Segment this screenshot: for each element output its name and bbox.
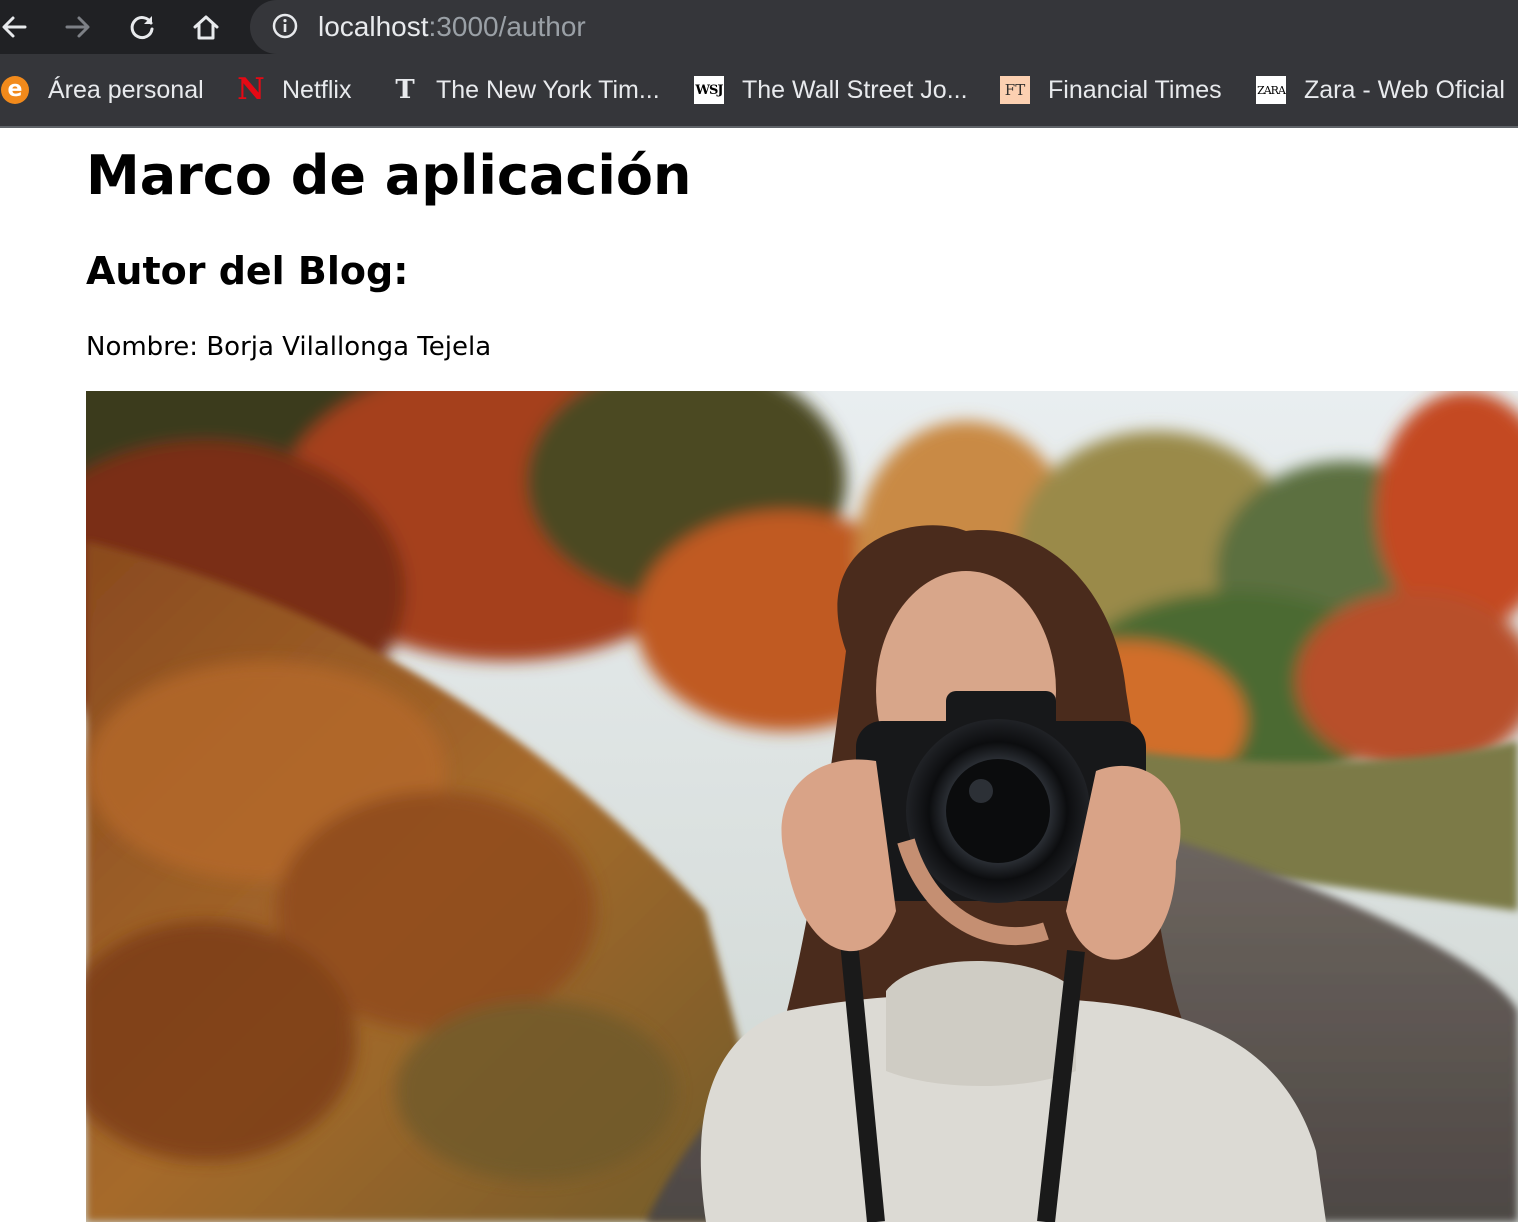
info-icon[interactable] <box>272 13 298 39</box>
bookmark-label: Área personal <box>48 76 204 104</box>
url-path: :3000/author <box>428 11 586 42</box>
author-name: Nombre: Borja Vilallonga Tejela <box>86 332 492 362</box>
home-icon <box>193 15 219 40</box>
bookmark-area-personal[interactable]: e Área personal <box>0 54 204 126</box>
bookmark-label: Netflix <box>282 76 352 104</box>
reload-icon <box>130 16 154 39</box>
zara-icon: ZARA <box>1256 75 1286 105</box>
forward-button[interactable] <box>58 7 98 47</box>
arrow-left-icon <box>2 16 27 38</box>
reload-button[interactable] <box>122 7 162 47</box>
bookmark-financial-times[interactable]: FT Financial Times <box>1000 54 1222 126</box>
back-button[interactable] <box>0 7 34 47</box>
bookmark-label: Financial Times <box>1048 76 1222 104</box>
url-text[interactable]: localhost:3000/author <box>318 10 586 44</box>
ft-icon: FT <box>1000 75 1030 105</box>
bookmark-label: The New York Tim... <box>436 76 660 104</box>
bookmark-label: Zara - Web Oficial <box>1304 76 1505 104</box>
wsj-icon: WSJ <box>694 75 724 105</box>
url-host: localhost <box>318 11 429 42</box>
bookmarks-divider <box>0 126 1518 128</box>
bookmark-netflix[interactable]: N Netflix <box>236 54 351 126</box>
home-button[interactable] <box>186 7 226 47</box>
netflix-icon: N <box>237 72 265 107</box>
arrow-right-icon <box>65 16 90 38</box>
nyt-icon: T <box>395 75 415 105</box>
bookmark-wsj[interactable]: WSJ The Wall Street Jo... <box>694 54 968 126</box>
page-title: Marco de aplicación <box>86 144 692 207</box>
bookmark-label: The Wall Street Jo... <box>742 76 968 104</box>
author-photo <box>86 391 1518 1222</box>
e-orange-circle-icon: e <box>0 75 30 105</box>
bookmark-nyt[interactable]: T The New York Tim... <box>390 54 660 126</box>
section-title: Autor del Blog: <box>86 249 409 293</box>
bookmark-zara[interactable]: ZARA Zara - Web Oficial <box>1256 54 1505 126</box>
